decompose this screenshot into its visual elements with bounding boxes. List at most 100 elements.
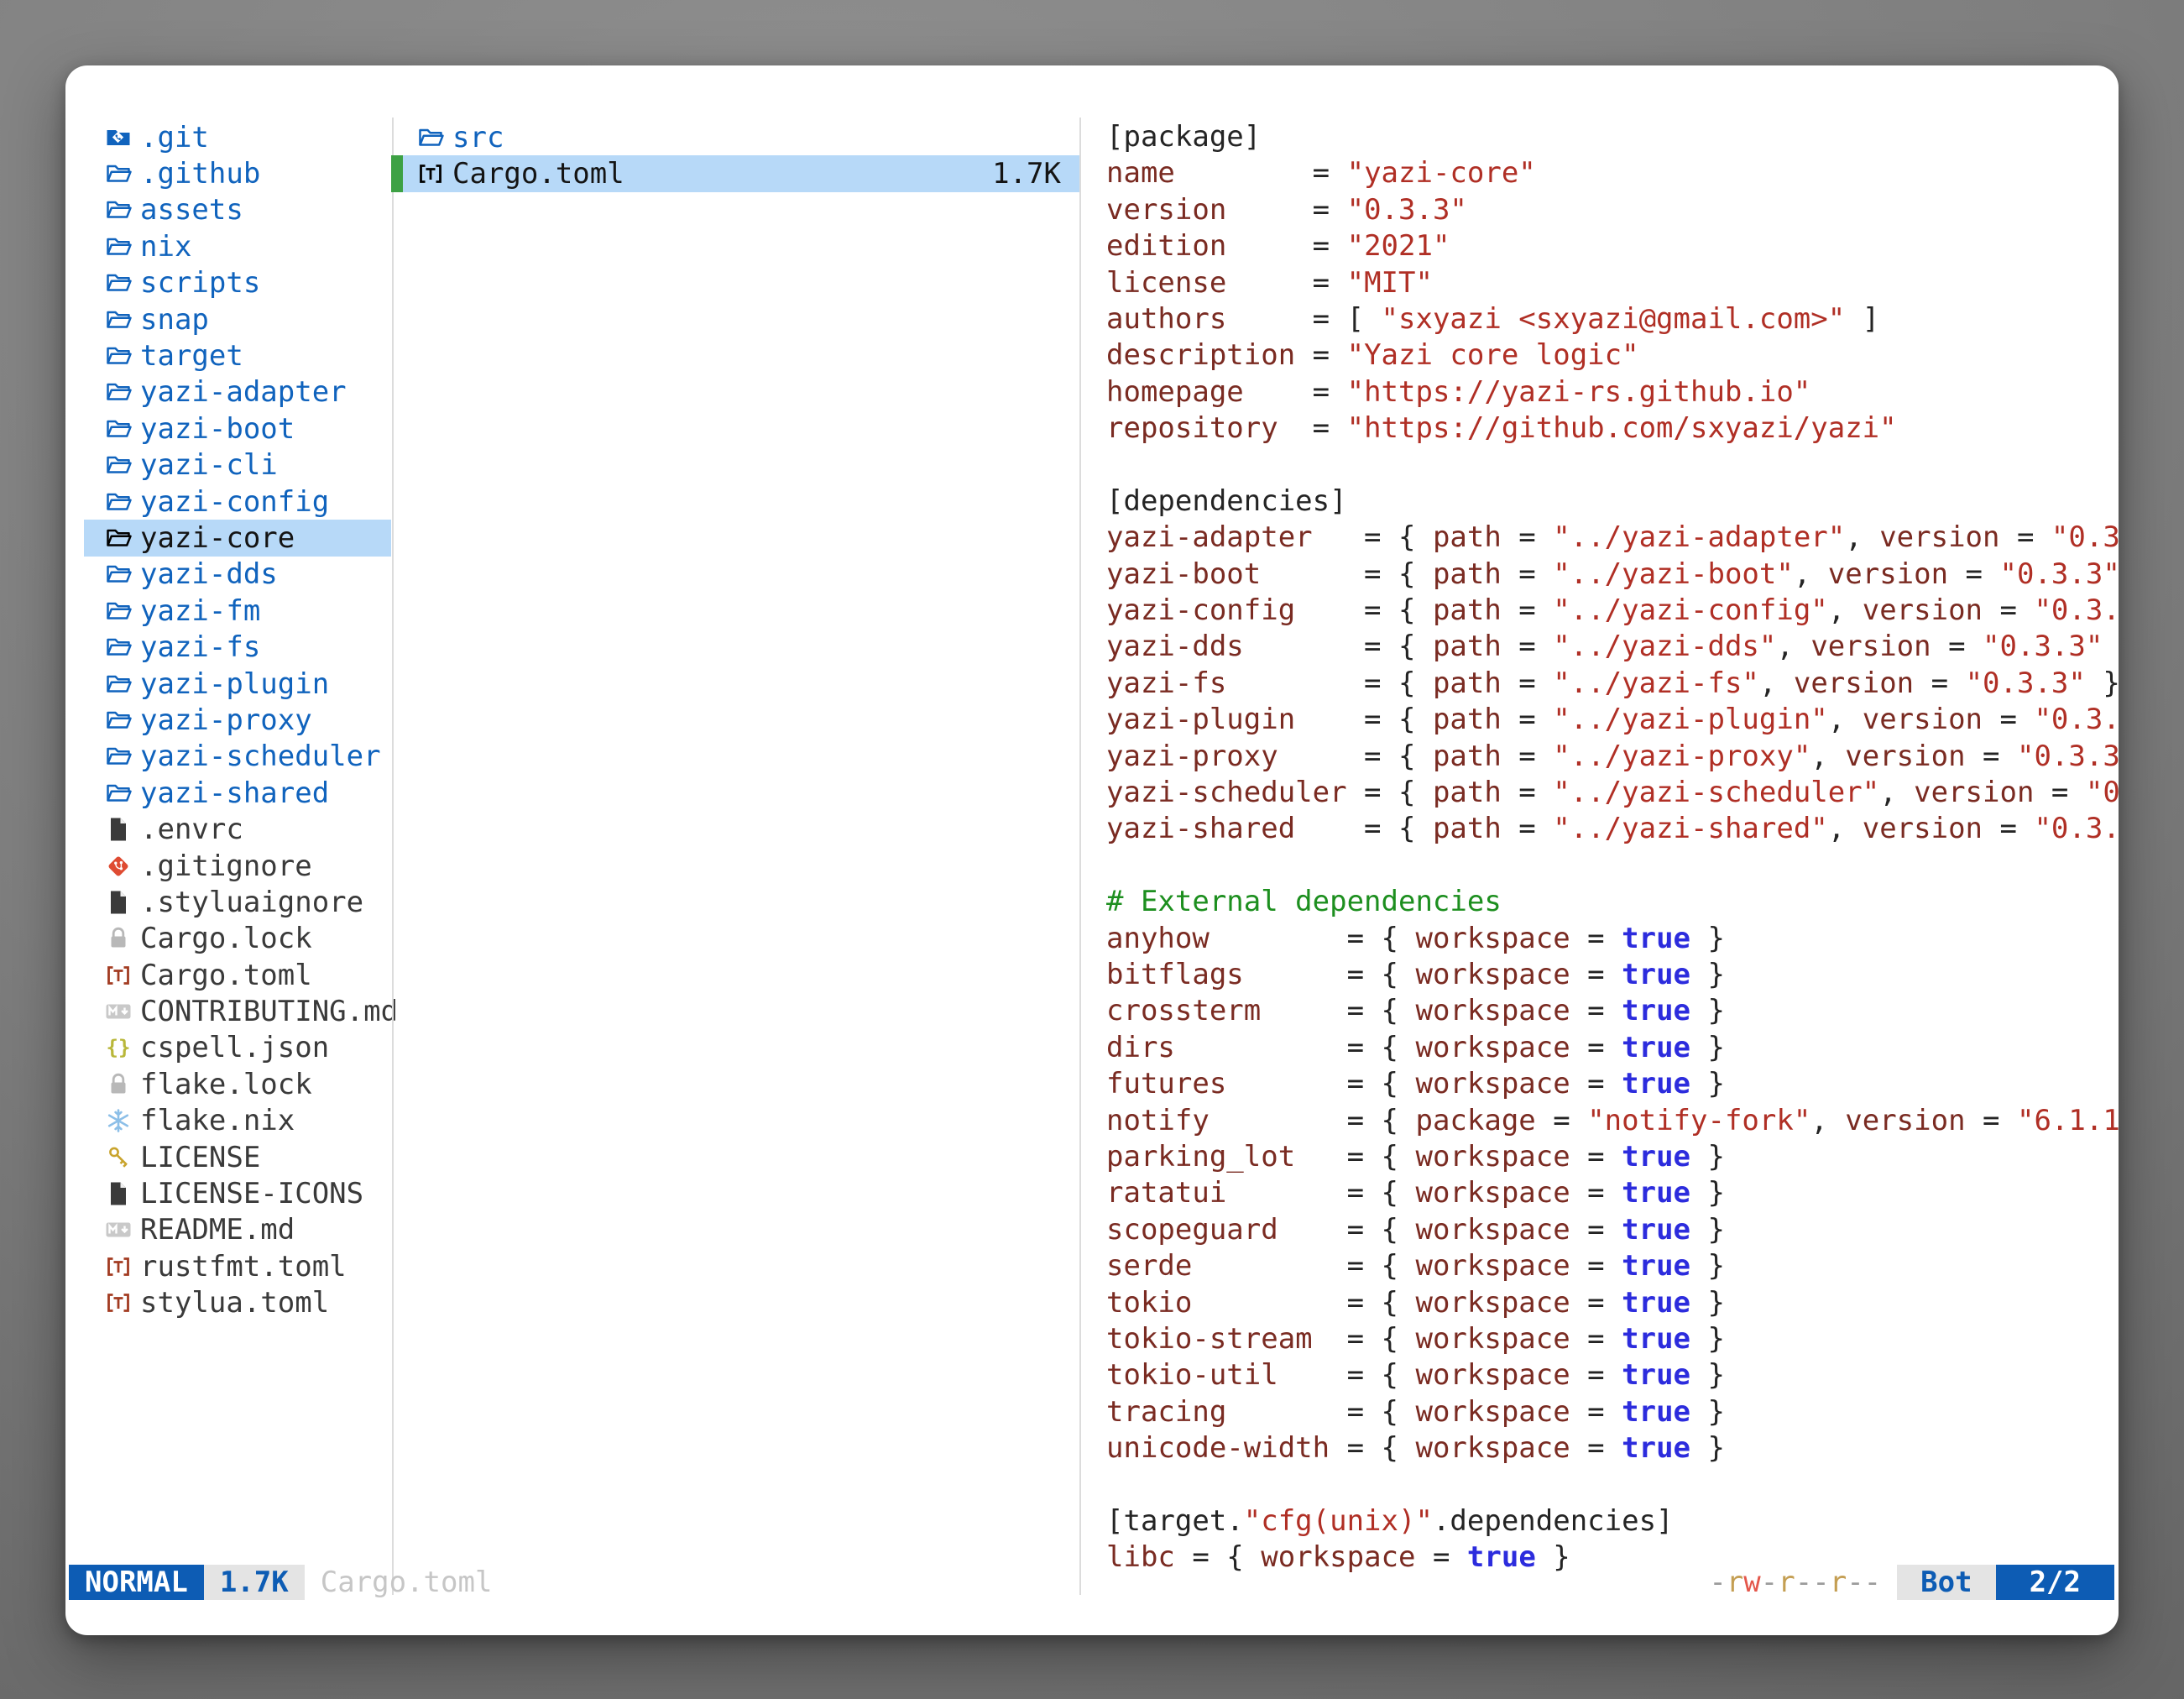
preview-line: notify = { package = "notify-fork", vers… — [1106, 1103, 2113, 1139]
file-label: yazi-core — [140, 521, 295, 555]
file-row--github[interactable]: .github — [84, 155, 391, 191]
file-row-scripts[interactable]: scripts — [84, 265, 391, 301]
preview-line: yazi-boot = { path = "../yazi-boot", ver… — [1106, 557, 2113, 593]
preview-line: yazi-adapter = { path = "../yazi-adapter… — [1106, 520, 2113, 556]
status-bar-right: -rw-r--r-- Bot 2/2 — [1709, 1565, 2114, 1600]
key-icon — [104, 1143, 133, 1172]
status-bar: NORMAL 1.7K Cargo.toml -rw-r--r-- Bot 2/… — [65, 1565, 2119, 1600]
file-label: CONTRIBUTING.md — [140, 995, 398, 1028]
preview-line: anyhow = { workspace = true } — [1106, 921, 2113, 957]
file-row-flake-nix[interactable]: flake.nix — [84, 1103, 391, 1139]
folder-open-icon — [104, 378, 133, 406]
folder-open-icon — [104, 706, 133, 734]
preview-line: tokio-util = { workspace = true } — [1106, 1357, 2113, 1393]
file-row-yazi-cli[interactable]: yazi-cli — [84, 447, 391, 484]
file-row--envrc[interactable]: .envrc — [84, 811, 391, 847]
file-row-yazi-fs[interactable]: yazi-fs — [84, 629, 391, 665]
file-row-flake-lock[interactable]: flake.lock — [84, 1066, 391, 1102]
folder-open-icon — [104, 633, 133, 661]
file-label: yazi-config — [140, 485, 329, 519]
current-directory-pane: srcCargo.toml 1.7K — [391, 119, 1079, 192]
file-row-rustfmt-toml[interactable]: rustfmt.toml — [84, 1248, 391, 1284]
file-row--styluaignore[interactable]: .styluaignore — [84, 884, 391, 920]
preview-line: [dependencies] — [1106, 484, 2113, 520]
file-label: yazi-proxy — [140, 703, 312, 737]
file-row-snap[interactable]: snap — [84, 301, 391, 337]
folder-open-icon — [104, 269, 133, 297]
preview-line: tokio-stream = { workspace = true } — [1106, 1321, 2113, 1357]
preview-line: yazi-proxy = { path = "../yazi-proxy", v… — [1106, 739, 2113, 775]
file-row-yazi-plugin[interactable]: yazi-plugin — [84, 666, 391, 702]
preview-line — [1106, 447, 2113, 484]
file-label: stylua.toml — [140, 1286, 329, 1320]
pane-divider-right — [1079, 118, 1081, 1595]
preview-line: scopeguard = { workspace = true } — [1106, 1212, 2113, 1248]
file-label: snap — [140, 303, 209, 337]
file-row-nix[interactable]: nix — [84, 228, 391, 264]
folder-open-icon — [104, 196, 133, 224]
file-label: rustfmt.toml — [140, 1250, 347, 1283]
toml-icon — [104, 1252, 133, 1281]
toml-icon — [416, 159, 445, 188]
file-row-yazi-core[interactable]: yazi-core — [84, 520, 391, 556]
folder-open-icon — [104, 415, 133, 443]
file-row-assets[interactable]: assets — [84, 192, 391, 228]
preview-line: serde = { workspace = true } — [1106, 1248, 2113, 1284]
selection-marker — [391, 155, 403, 191]
preview-line: # External dependencies — [1106, 884, 2113, 920]
preview-line: yazi-config = { path = "../yazi-config",… — [1106, 593, 2113, 629]
file-row-yazi-dds[interactable]: yazi-dds — [84, 557, 391, 593]
file-label: Cargo.lock — [140, 922, 312, 955]
file-label: Cargo.toml — [140, 959, 312, 992]
file-row-cargo-lock[interactable]: Cargo.lock — [84, 921, 391, 957]
file-row-cargo-toml[interactable]: Cargo.toml 1.7K — [391, 155, 1079, 191]
file-label: src — [452, 121, 504, 154]
file-label: .styluaignore — [140, 886, 363, 919]
file-row-readme-md[interactable]: README.md — [84, 1212, 391, 1248]
file-row-contributing-md[interactable]: CONTRIBUTING.md — [84, 993, 391, 1029]
preview-line — [1106, 1466, 2113, 1503]
file-row-cargo-toml[interactable]: Cargo.toml — [84, 957, 391, 993]
file-row-target[interactable]: target — [84, 337, 391, 374]
file-preview-pane: [package]name = "yazi-core"version = "0.… — [1106, 119, 2113, 1576]
lock-icon — [104, 924, 133, 953]
preview-line: [package] — [1106, 119, 2113, 155]
file-row--git[interactable]: .git — [84, 119, 391, 155]
preview-line: description = "Yazi core logic" — [1106, 337, 2113, 374]
file-label: yazi-adapter — [140, 375, 347, 409]
file-row-yazi-adapter[interactable]: yazi-adapter — [84, 374, 391, 410]
file-row-license[interactable]: LICENSE — [84, 1139, 391, 1175]
preview-line: crossterm = { workspace = true } — [1106, 993, 2113, 1029]
file-row-yazi-proxy[interactable]: yazi-proxy — [84, 702, 391, 738]
file-row-license-icons[interactable]: LICENSE-ICONS — [84, 1175, 391, 1211]
file-label: yazi-boot — [140, 412, 295, 446]
file-label: yazi-plugin — [140, 667, 329, 701]
preview-line: tokio = { workspace = true } — [1106, 1285, 2113, 1321]
preview-line: authors = [ "sxyazi <sxyazi@gmail.com>" … — [1106, 301, 2113, 337]
folder-open-icon — [104, 560, 133, 588]
folder-open-icon — [104, 159, 133, 188]
folder-open-icon — [104, 524, 133, 552]
folder-open-icon — [104, 779, 133, 808]
preview-line — [1106, 848, 2113, 884]
toml-icon — [104, 961, 133, 990]
file-label: cspell.json — [140, 1031, 329, 1064]
markdown-icon — [104, 1215, 133, 1244]
file-row-src[interactable]: src — [391, 119, 1079, 155]
file-row-stylua-toml[interactable]: stylua.toml — [84, 1285, 391, 1321]
file-row-yazi-config[interactable]: yazi-config — [84, 484, 391, 520]
file-label: Cargo.toml — [452, 157, 624, 191]
file-row--gitignore[interactable]: .gitignore — [84, 848, 391, 884]
file-size: 1.7K — [992, 157, 1079, 191]
file-row-cspell-json[interactable]: {}cspell.json — [84, 1030, 391, 1066]
file-row-yazi-boot[interactable]: yazi-boot — [84, 410, 391, 447]
file-row-yazi-scheduler[interactable]: yazi-scheduler — [84, 739, 391, 775]
preview-line: repository = "https://github.com/sxyazi/… — [1106, 410, 2113, 447]
snowflake-icon — [104, 1106, 133, 1135]
file-row-yazi-fm[interactable]: yazi-fm — [84, 593, 391, 629]
file-icon — [104, 888, 133, 917]
file-label: yazi-dds — [140, 557, 278, 591]
json-icon: {} — [104, 1033, 133, 1062]
preview-line: yazi-fs = { path = "../yazi-fs", version… — [1106, 666, 2113, 702]
file-row-yazi-shared[interactable]: yazi-shared — [84, 775, 391, 811]
